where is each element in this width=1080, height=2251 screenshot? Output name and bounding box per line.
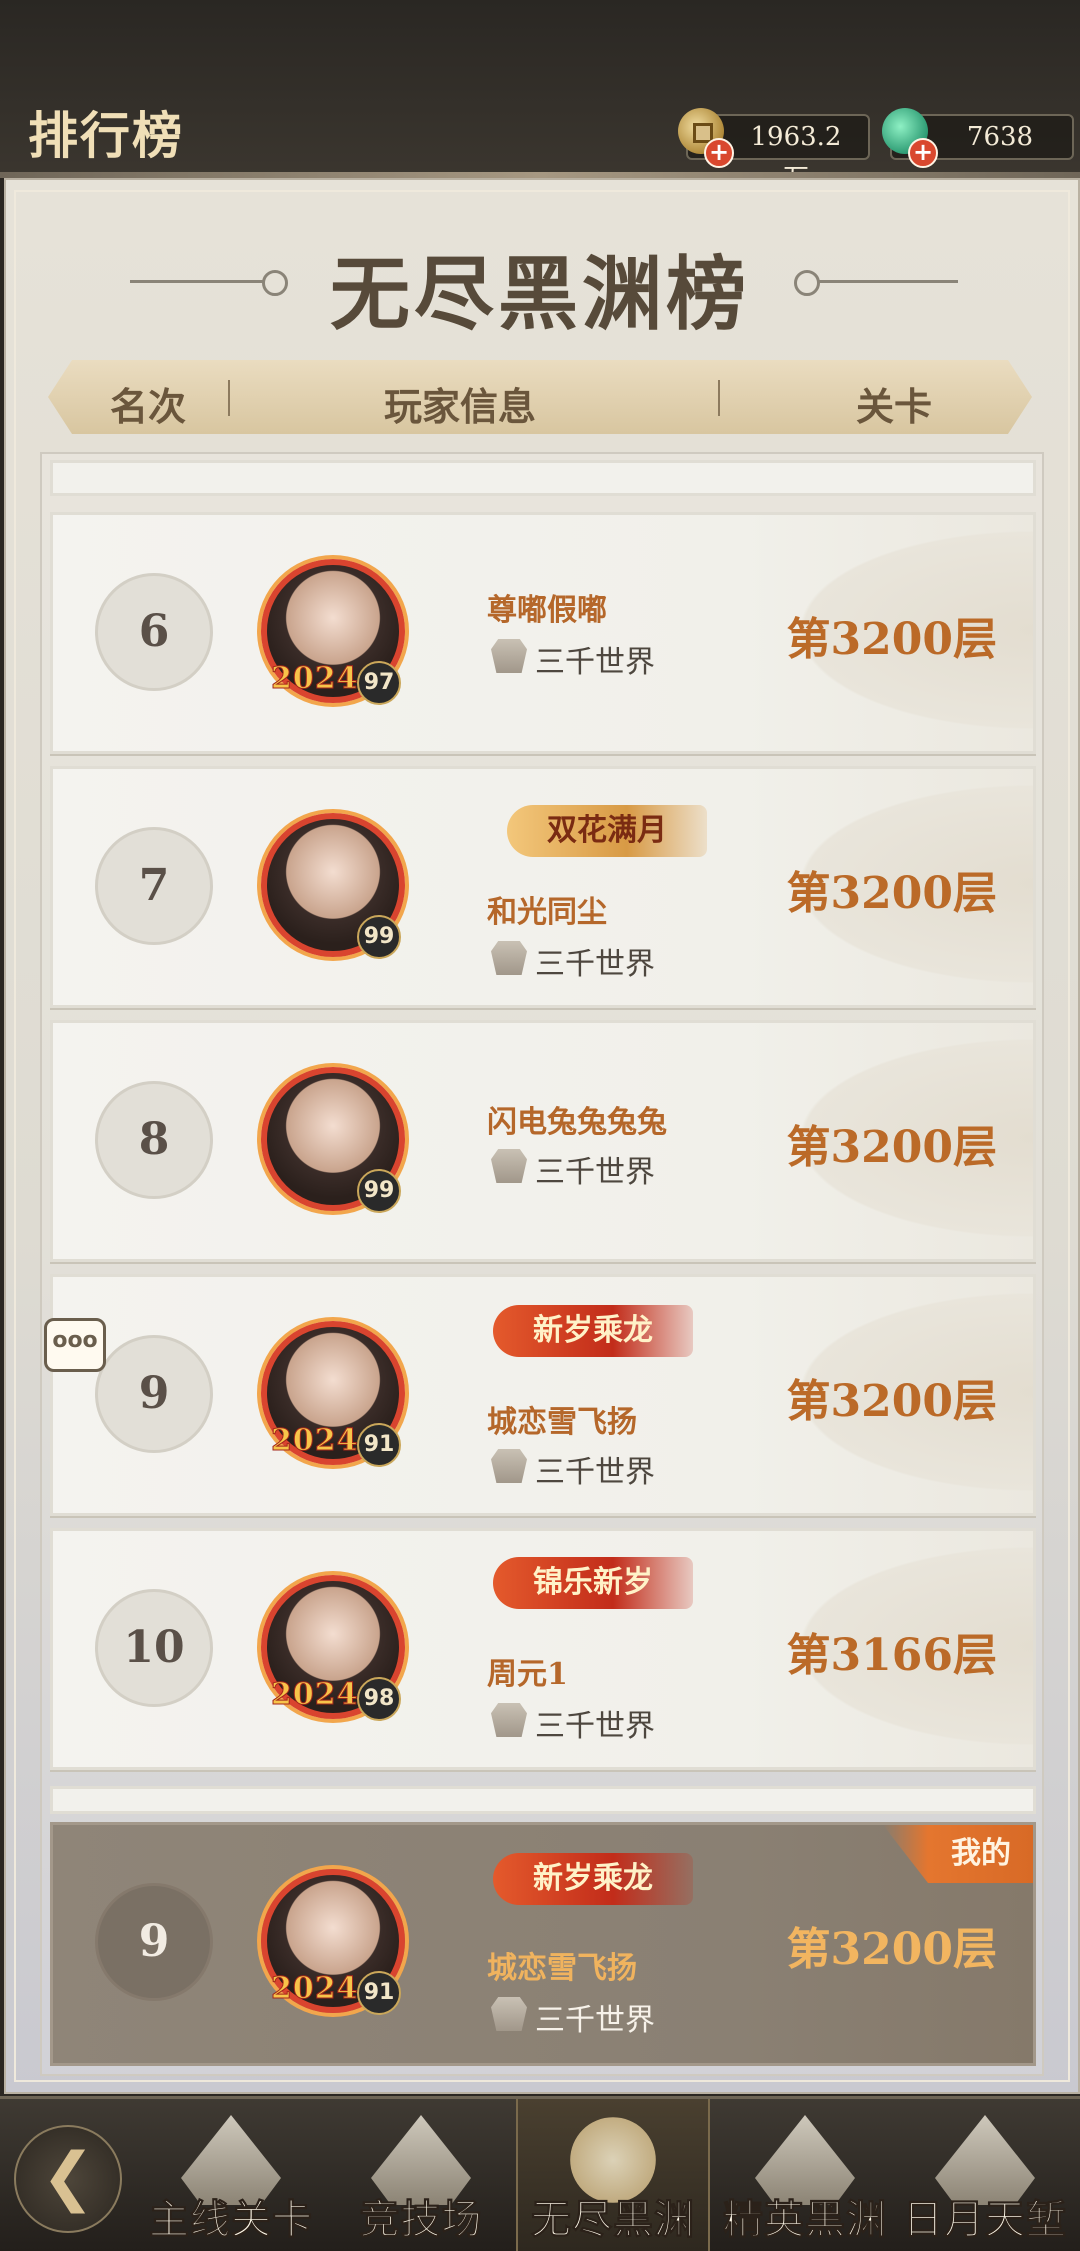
chat-bubble-icon[interactable]: ooo: [44, 1318, 106, 1372]
my-rank-tag: 我的: [883, 1825, 1033, 1883]
list-item-partial: [50, 1786, 1036, 1814]
stage-reached: 第3200层: [786, 614, 997, 665]
rank-number: 10: [95, 1589, 213, 1707]
server-name: 三千世界: [535, 1709, 655, 1744]
title-tag: 新岁乘龙: [493, 1853, 693, 1905]
stage-reached: 第3200层: [786, 868, 997, 919]
title-tag: 锦乐新岁: [493, 1557, 693, 1609]
tab-endless-abyss[interactable]: 无尽黑渊: [516, 2099, 710, 2251]
server-icon: [491, 1449, 527, 1483]
avatar-frame-text: 2024: [271, 661, 359, 697]
player-name: 城恋雪飞扬: [487, 1951, 637, 1986]
server-icon: [491, 1703, 527, 1737]
server-name: 三千世界: [535, 2003, 655, 2038]
title-dot-right: [794, 270, 820, 296]
player-name: 闪电兔兔兔兔: [487, 1105, 667, 1140]
page-title: 排行榜: [28, 106, 184, 165]
stage-reached: 第3166层: [786, 1630, 997, 1681]
player-name: 尊嘟假嘟: [487, 593, 607, 628]
level-badge: 97: [357, 661, 401, 705]
my-ranking-row[interactable]: 我的 9 2024 91 新岁乘龙 城恋雪飞扬 三千世界 第3200层: [50, 1822, 1036, 2066]
title-tag: 双花满月: [507, 805, 707, 857]
ranking-row[interactable]: 8 99 闪电兔兔兔兔 三千世界 第3200层: [50, 1020, 1036, 1262]
title-divider-right: [818, 280, 958, 283]
tab-sun-moon-chasm[interactable]: 日月天堑: [890, 2099, 1080, 2251]
column-stage: 关卡: [856, 384, 933, 429]
rank-number: 8: [95, 1081, 213, 1199]
header-separator: [228, 380, 230, 416]
tab-label: 精英黑渊: [723, 2196, 887, 2244]
column-header: 名次 玩家信息 关卡: [48, 360, 1032, 434]
server-icon: [491, 941, 527, 975]
plus-icon[interactable]: +: [908, 138, 938, 168]
coin-counter[interactable]: + 1963.2万: [678, 108, 870, 194]
jade-value: 7638: [966, 122, 1034, 152]
server-icon: [491, 1149, 527, 1183]
ranking-row[interactable]: 10 2024 98 锦乐新岁 周元1 三千世界 第3166层: [50, 1528, 1036, 1770]
level-badge: 98: [357, 1677, 401, 1721]
player-name: 城恋雪飞扬: [487, 1405, 637, 1440]
server-name: 三千世界: [535, 947, 655, 982]
rank-number: 9: [95, 1883, 213, 2001]
top-bar: 排行榜 + 1963.2万 + 7638: [0, 0, 1080, 194]
rank-number: 7: [95, 827, 213, 945]
ranking-row[interactable]: 7 99 双花满月 和光同尘 三千世界 第3200层: [50, 766, 1036, 1008]
ranking-row[interactable]: 6 2024 97 尊嘟假嘟 三千世界 第3200层: [50, 512, 1036, 754]
tab-arena[interactable]: 竞技场: [326, 2099, 516, 2251]
bottom-navigation: ❮ 主线关卡 竞技场 无尽黑渊 精英黑渊 日月天堑: [0, 2096, 1080, 2251]
list-item-partial: [50, 460, 1036, 496]
board-title: 无尽黑渊榜: [330, 247, 750, 341]
title-tag: 新岁乘龙: [493, 1305, 693, 1357]
stage-reached: 第3200层: [786, 1122, 997, 1173]
tab-elite-abyss[interactable]: 精英黑渊: [710, 2099, 900, 2251]
column-rank: 名次: [110, 384, 187, 429]
avatar-frame-text: 2024: [271, 1971, 359, 2007]
player-name: 和光同尘: [487, 895, 607, 930]
avatar-frame-text: 2024: [271, 1677, 359, 1713]
tab-main-stage[interactable]: 主线关卡: [136, 2099, 326, 2251]
stage-reached: 第3200层: [786, 1924, 997, 1975]
ranking-row[interactable]: 9 2024 91 新岁乘龙 城恋雪飞扬 三千世界 第3200层: [50, 1274, 1036, 1516]
plus-icon[interactable]: +: [704, 138, 734, 168]
server-name: 三千世界: [535, 1455, 655, 1490]
stage-reached: 第3200层: [786, 1376, 997, 1427]
level-badge: 91: [357, 1423, 401, 1467]
rank-number: 9: [95, 1335, 213, 1453]
level-badge: 99: [357, 1169, 401, 1213]
tab-label: 日月天堑: [903, 2196, 1067, 2244]
back-icon[interactable]: ❮: [14, 2125, 122, 2233]
jade-counter[interactable]: + 7638: [882, 108, 1074, 168]
level-badge: 91: [357, 1971, 401, 2015]
server-icon: [491, 1997, 527, 2031]
server-name: 三千世界: [535, 1155, 655, 1190]
level-badge: 99: [357, 915, 401, 959]
rank-number: 6: [95, 573, 213, 691]
header-separator: [718, 380, 720, 416]
tab-label: 无尽黑渊: [531, 2196, 695, 2244]
server-name: 三千世界: [535, 645, 655, 680]
server-icon: [491, 639, 527, 673]
column-player-info: 玩家信息: [384, 384, 537, 429]
player-name: 周元1: [487, 1657, 568, 1692]
avatar-frame-text: 2024: [271, 1423, 359, 1459]
tab-label: 主线关卡: [149, 2196, 313, 2244]
tab-label: 竞技场: [359, 2196, 483, 2244]
